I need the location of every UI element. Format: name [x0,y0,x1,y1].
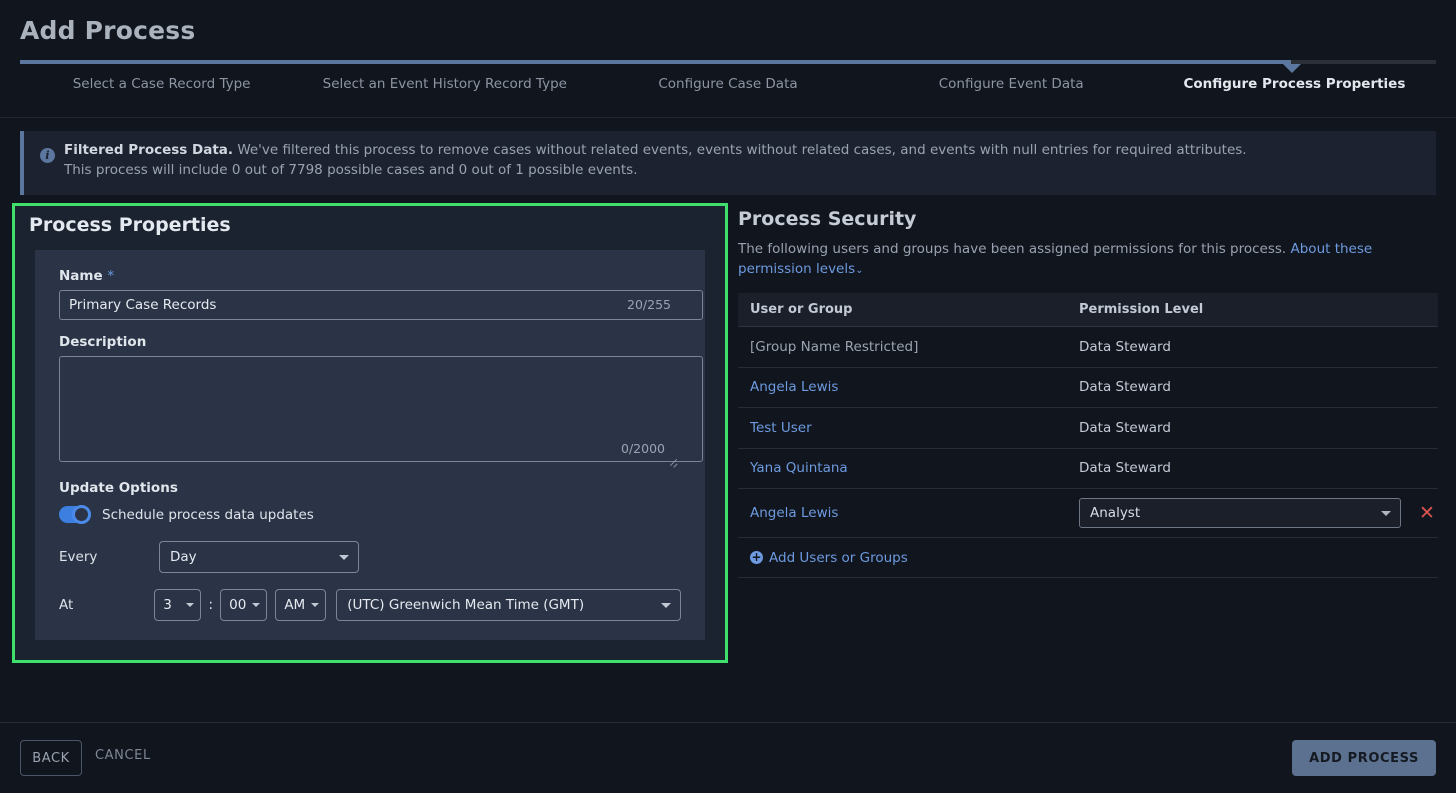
permissions-table: User or Group Permission Level [Group Na… [738,293,1438,578]
chevron-down-icon [661,603,671,608]
stepper-step-list: Select a Case Record Type Select an Even… [20,76,1436,92]
table-row: Angela Lewis Data Steward [738,368,1438,408]
row-user-name[interactable]: Angela Lewis [738,379,1078,395]
stepper-track [20,60,1436,64]
row-user-name[interactable]: Yana Quintana [738,460,1078,476]
required-asterisk: * [107,268,115,284]
row-permission-editor: Analyst ✕ [1078,498,1438,528]
schedule-updates-row: Schedule process data updates [59,505,681,524]
page-title: Add Process [20,16,196,45]
banner-strong: Filtered Process Data. [64,142,234,158]
add-process-page: Add Process Select a Case Record Type Se… [0,0,1456,793]
chevron-down-icon [186,603,195,607]
at-label: At [59,597,74,613]
table-row: [Group Name Restricted] Data Steward [738,327,1438,368]
row-permission: Data Steward [1079,419,1171,436]
hour-select[interactable]: 3 [154,589,202,621]
permission-level-select[interactable]: Analyst [1079,498,1401,528]
wizard-stepper: Select a Case Record Type Select an Even… [0,60,1456,112]
banner-line2: This process will include 0 out of 7798 … [64,162,638,178]
row-user-name: [Group Name Restricted] [750,338,919,355]
description-char-counter: 0/2000 [621,441,665,456]
timezone-select-value: (UTC) Greenwich Mean Time (GMT) [347,597,585,613]
banner-line1: We've filtered this process to remove ca… [233,142,1247,158]
stepper-progress-fill [20,60,1291,64]
chevron-down-icon [311,603,320,607]
chevron-down-icon[interactable]: ⌄ [855,265,863,276]
process-properties-form: Name * 20/255 Description 0/2000 Update … [35,250,705,640]
footer-divider [0,722,1456,723]
timezone-select[interactable]: (UTC) Greenwich Mean Time (GMT) [336,589,681,621]
chevron-down-icon [1381,511,1391,516]
chevron-down-icon [252,603,261,607]
update-options-heading: Update Options [59,480,178,496]
header-divider [0,117,1456,118]
frequency-select[interactable]: Day [159,541,359,573]
permission-level-value: Analyst [1090,505,1141,521]
process-security-panel: Process Security The following users and… [738,208,1438,578]
every-label: Every [59,549,98,565]
name-input[interactable] [59,290,703,320]
column-header-permission: Permission Level [1079,302,1204,317]
table-row: Yana Quintana Data Steward [738,449,1438,489]
stepper-current-marker-icon [1283,64,1301,73]
row-user-name[interactable]: Angela Lewis [738,505,1078,521]
every-row: Every Day [59,541,681,573]
description-input-wrap: 0/2000 [59,356,703,466]
column-header-user: User or Group [750,302,853,317]
process-properties-panel: Process Properties Name * 20/255 Descrip… [12,203,728,663]
chevron-down-icon [339,555,349,560]
add-users-or-groups-row[interactable]: + Add Users or Groups [738,538,1438,578]
row-user-name[interactable]: Test User [738,420,1078,436]
schedule-updates-label: Schedule process data updates [102,506,314,523]
time-colon: : [208,597,214,613]
hour-select-value: 3 [163,597,172,613]
ampm-select-value: AM [284,597,306,613]
process-properties-title: Process Properties [15,206,725,246]
process-security-description-text: The following users and groups have been… [738,241,1287,257]
description-textarea[interactable] [59,356,703,462]
row-permission: Data Steward [1079,379,1171,396]
at-row: At 3 : 00 AM (UTC) Greenwich Mean Time (… [59,589,681,621]
remove-permission-button[interactable]: ✕ [1419,503,1435,523]
description-label: Description [59,334,147,350]
name-label: Name * [59,268,681,284]
frequency-select-value: Day [170,549,197,565]
table-row: Test User Data Steward [738,408,1438,449]
process-security-title: Process Security [738,208,917,230]
stepper-step-1[interactable]: Select a Case Record Type [20,76,303,92]
minute-select-value: 00 [229,597,247,613]
filtered-process-data-banner: i Filtered Process Data. We've filtered … [20,131,1436,195]
process-security-description: The following users and groups have been… [738,239,1438,281]
stepper-step-3[interactable]: Configure Case Data [586,76,869,92]
permissions-table-header: User or Group Permission Level [738,293,1438,327]
row-permission: Data Steward [1079,460,1171,477]
cancel-button[interactable]: CANCEL [95,748,151,763]
ampm-select[interactable]: AM [275,589,327,621]
stepper-step-2[interactable]: Select an Event History Record Type [303,76,586,92]
schedule-updates-toggle[interactable] [59,505,91,524]
toggle-knob-icon [72,505,91,524]
stepper-step-4[interactable]: Configure Event Data [870,76,1153,92]
banner-text: Filtered Process Data. We've filtered th… [64,140,1422,180]
name-input-wrap: 20/255 [59,290,703,320]
info-icon: i [40,148,55,163]
plus-icon: + [750,550,763,564]
table-row: Angela Lewis Analyst ✕ [738,489,1438,538]
minute-select[interactable]: 00 [220,589,268,621]
row-permission: Data Steward [1079,338,1171,355]
add-process-button[interactable]: ADD PROCESS [1292,740,1436,776]
name-label-text: Name [59,268,103,284]
stepper-step-5[interactable]: Configure Process Properties [1153,76,1436,92]
back-button[interactable]: BACK [20,740,82,776]
add-users-or-groups-label: Add Users or Groups [769,549,908,566]
